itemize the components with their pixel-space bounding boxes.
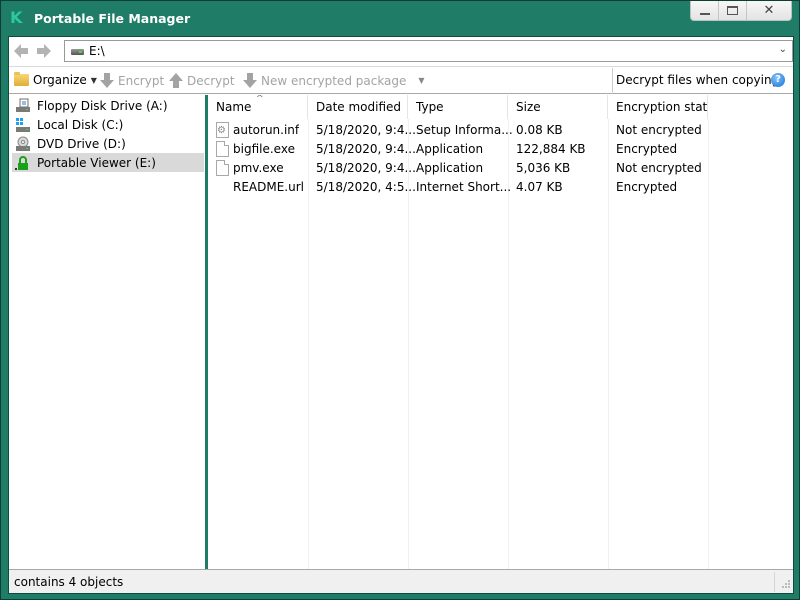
locked-drive-icon xyxy=(15,155,28,170)
column-header-name[interactable]: ^ Name xyxy=(208,95,308,119)
dvd-drive-icon xyxy=(16,136,30,151)
tree-item-label: Portable Viewer (E:) xyxy=(37,155,156,170)
table-row[interactable]: autorun.inf 5/18/2020, 9:4...Setup Inform… xyxy=(208,121,708,140)
cell-date: 5/18/2020, 9:4... xyxy=(316,123,416,137)
cell-date: 5/18/2020, 4:5... xyxy=(316,180,416,194)
window-title: Portable File Manager xyxy=(34,11,191,26)
column-header-date[interactable]: Date modified xyxy=(308,95,408,119)
cell-type: Internet Short... xyxy=(416,180,512,194)
resize-grip-icon[interactable] xyxy=(780,580,790,590)
status-text: contains 4 objects xyxy=(14,575,124,589)
chevron-down-icon[interactable]: ⌄ xyxy=(779,44,787,55)
column-header-type[interactable]: Type xyxy=(408,95,508,119)
file-list: ^ Name Date modified Type Size Encryptio… xyxy=(208,95,793,569)
column-header-encryption[interactable]: Encryption stat... xyxy=(608,95,708,119)
cell-date: 5/18/2020, 9:4... xyxy=(316,142,416,156)
tree-item-label: DVD Drive (D:) xyxy=(37,136,126,151)
cell-name: README.url xyxy=(233,180,304,194)
cell-type: Application xyxy=(416,142,484,156)
cell-type: Application xyxy=(416,161,484,175)
title-bar[interactable]: K Portable File Manager ✕ xyxy=(1,1,800,35)
forward-arrow-icon[interactable] xyxy=(36,43,52,59)
cell-name: pmv.exe xyxy=(233,161,284,175)
window-controls: ✕ xyxy=(690,1,792,21)
sort-ascending-icon: ^ xyxy=(256,95,264,104)
cell-type: Setup Informa... xyxy=(416,123,513,137)
cell-size: 122,884 KB xyxy=(516,142,586,156)
column-header-size[interactable]: Size xyxy=(508,95,608,119)
app-window: K Portable File Manager ✕ E:\ ⌄ Organize… xyxy=(0,0,800,600)
folder-icon xyxy=(14,72,29,86)
floppy-drive-icon xyxy=(16,98,30,112)
app-logo-icon: K xyxy=(10,8,23,27)
drive-icon xyxy=(71,49,84,55)
column-header-label: Name xyxy=(216,100,252,114)
column-header-label: Date modified xyxy=(316,100,402,114)
navigation-bar: E:\ ⌄ xyxy=(9,37,793,67)
close-icon: ✕ xyxy=(763,3,775,18)
status-divider xyxy=(774,572,775,592)
organize-label: Organize xyxy=(33,73,87,87)
table-row[interactable]: pmv.exe 5/18/2020, 9:4... Application 5,036… xyxy=(208,159,708,178)
status-bar: contains 4 objects xyxy=(9,569,793,593)
help-icon[interactable]: ? xyxy=(771,73,785,87)
column-header-label: Encryption stat... xyxy=(616,100,708,114)
cell-name: bigfile.exe xyxy=(233,142,295,156)
back-arrow-icon[interactable] xyxy=(13,43,29,59)
toolbar-divider xyxy=(612,68,613,94)
cell-encryption: Encrypted xyxy=(616,180,678,194)
tree-item-portable-viewer[interactable]: Portable Viewer (E:) xyxy=(12,153,204,172)
minimize-icon xyxy=(699,12,710,15)
tree-item-local-disk[interactable]: Local Disk (C:) xyxy=(12,115,204,134)
table-row[interactable]: bigfile.exe 5/18/2020, 9:4... Application 1… xyxy=(208,140,708,159)
tree-item-floppy[interactable]: Floppy Disk Drive (A:) xyxy=(12,96,204,115)
arrow-down-icon xyxy=(100,73,114,88)
decrypt-when-copying-option[interactable]: Decrypt files when copying xyxy=(616,73,779,87)
cell-name: autorun.inf xyxy=(233,123,300,137)
table-row[interactable]: README.url 5/18/2020, 4:5... Internet Shor… xyxy=(208,178,708,197)
arrow-down-icon xyxy=(243,73,257,88)
column-header-label: Size xyxy=(516,100,541,114)
cell-date: 5/18/2020, 9:4... xyxy=(316,161,416,175)
arrow-up-icon xyxy=(169,73,183,88)
address-text: E:\ xyxy=(89,44,105,58)
toolbar: Organize ▼ Encrypt Decrypt New encrypted… xyxy=(9,68,793,94)
cell-size: 4.07 KB xyxy=(516,180,563,194)
maximize-button[interactable] xyxy=(719,1,747,20)
organize-button[interactable]: Organize ▼ xyxy=(14,72,97,87)
encrypt-label: Encrypt xyxy=(118,73,165,88)
column-header-label: Type xyxy=(416,100,444,114)
cell-size: 0.08 KB xyxy=(516,123,563,137)
encrypt-button[interactable]: Encrypt xyxy=(99,73,164,88)
cell-encryption: Encrypted xyxy=(616,142,678,156)
client-area: E:\ ⌄ Organize ▼ Encrypt Decrypt New enc… xyxy=(8,36,794,594)
tree-item-label: Floppy Disk Drive (A:) xyxy=(37,98,168,113)
settings-file-icon xyxy=(216,122,229,138)
cell-size: 5,036 KB xyxy=(516,161,571,175)
file-icon xyxy=(216,160,229,176)
cell-encryption: Not encrypted xyxy=(616,123,702,137)
file-icon xyxy=(216,141,229,157)
tree-item-label: Local Disk (C:) xyxy=(37,117,124,132)
decrypt-label: Decrypt xyxy=(187,73,235,88)
cell-encryption: Not encrypted xyxy=(616,161,702,175)
minimize-button[interactable] xyxy=(691,1,719,20)
close-button[interactable]: ✕ xyxy=(747,1,791,20)
new-encrypted-package-button[interactable]: New encrypted package ▼ xyxy=(242,73,425,88)
address-bar[interactable]: E:\ ⌄ xyxy=(64,40,793,62)
local-disk-icon xyxy=(16,117,30,132)
maximize-icon xyxy=(727,6,738,15)
caret-down-icon: ▼ xyxy=(90,75,97,85)
caret-down-icon[interactable]: ▼ xyxy=(418,76,424,85)
drive-tree: Floppy Disk Drive (A:) Local Disk (C:) D… xyxy=(9,95,205,569)
column-divider xyxy=(708,119,709,569)
decrypt-button[interactable]: Decrypt xyxy=(168,73,235,88)
new-package-label: New encrypted package xyxy=(261,73,407,88)
tree-item-dvd[interactable]: DVD Drive (D:) xyxy=(12,134,204,153)
